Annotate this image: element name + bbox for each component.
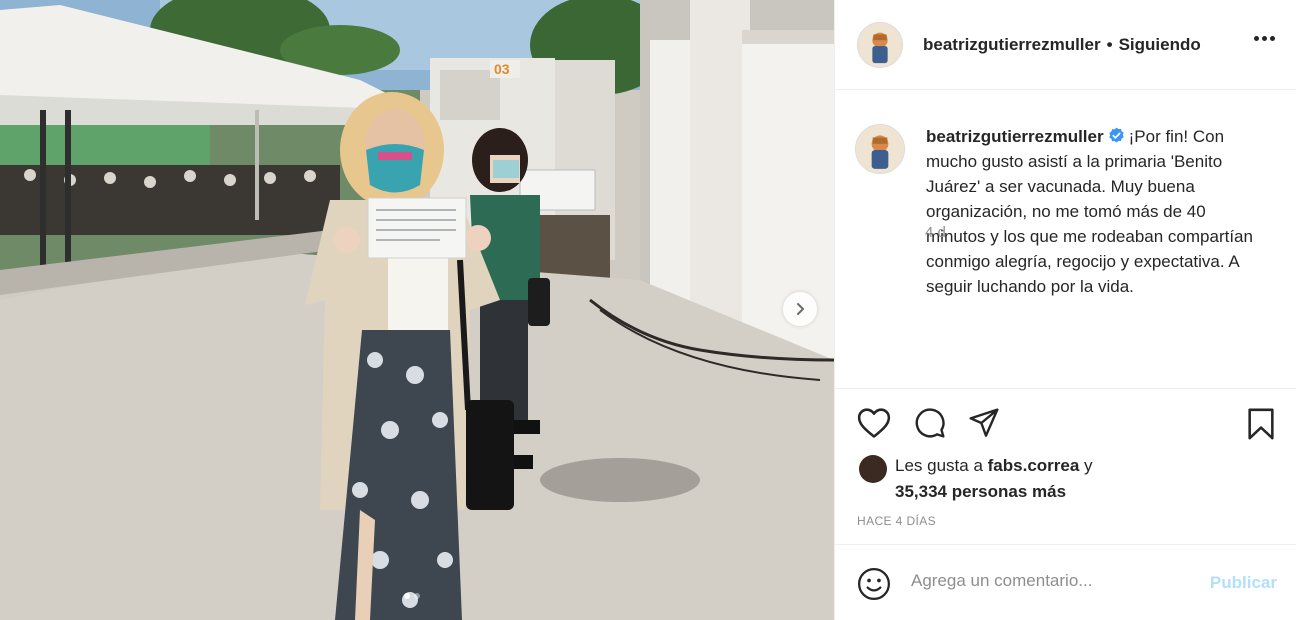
- comment-bar: Publicar: [835, 544, 1296, 620]
- header-separator: •: [1106, 34, 1113, 54]
- caption-avatar[interactable]: [855, 124, 905, 174]
- verified-badge-icon: [1108, 127, 1124, 143]
- first-liker-link[interactable]: fabs.correa: [988, 456, 1080, 475]
- liker-avatar[interactable]: [859, 455, 887, 483]
- carousel-indicator: [404, 593, 420, 599]
- paper-plane-icon: [969, 408, 999, 437]
- heart-icon: [857, 408, 891, 438]
- next-slide-button[interactable]: [783, 292, 817, 326]
- save-button[interactable]: [1245, 407, 1277, 446]
- caption-username[interactable]: beatrizgutierrezmuller: [926, 127, 1104, 146]
- caption-time-ago[interactable]: 4 d: [925, 224, 946, 241]
- vehicle-number-label: 03: [494, 61, 510, 77]
- avatar-image: [856, 125, 904, 173]
- bookmark-icon: [1248, 408, 1274, 440]
- likes-prefix: Les gusta a: [895, 456, 983, 475]
- post-photo[interactable]: 03: [0, 0, 834, 620]
- following-button[interactable]: Siguiendo: [1119, 35, 1201, 55]
- carousel-dot-2: [414, 593, 420, 599]
- like-button[interactable]: [857, 407, 891, 444]
- caption-text: ¡Por fin! Con mucho gusto asistí a la pr…: [926, 127, 1253, 296]
- comment-input[interactable]: [911, 571, 1191, 591]
- chevron-right-icon: [797, 303, 804, 315]
- post-timestamp[interactable]: HACE 4 DÍAS: [857, 514, 936, 528]
- likes-summary: Les gusta a fabs.correa y 35,334 persona…: [859, 453, 1093, 505]
- post-header: beatrizgutierrezmuller • Siguiendo: [835, 0, 1296, 90]
- post-caption: beatrizgutierrezmuller ¡Por fin! Con much…: [855, 124, 1285, 299]
- more-options-icon[interactable]: [1254, 36, 1275, 41]
- publish-button[interactable]: Publicar: [1210, 573, 1277, 593]
- comment-button[interactable]: [913, 407, 947, 444]
- likes-count-link[interactable]: 35,334 personas más: [895, 482, 1066, 501]
- post-side-panel: beatrizgutierrezmuller • Siguiendo beatr…: [834, 0, 1296, 620]
- instagram-post: 03 beatrizgutierrezmuller • Siguiendo be…: [0, 0, 1296, 620]
- post-actions: Les gusta a fabs.correa y 35,334 persona…: [835, 388, 1296, 548]
- likes-text: Les gusta a fabs.correa y 35,334 persona…: [895, 453, 1093, 505]
- carousel-dot-1: [404, 593, 410, 599]
- comment-bubble-icon: [915, 408, 945, 438]
- author-username[interactable]: beatrizgutierrezmuller: [923, 35, 1101, 55]
- emoji-button[interactable]: [857, 567, 891, 606]
- share-button[interactable]: [967, 407, 1001, 444]
- caption-body: beatrizgutierrezmuller ¡Por fin! Con much…: [926, 124, 1266, 299]
- likes-connector: y: [1084, 456, 1093, 475]
- photo-scene: 03: [0, 0, 834, 620]
- avatar-image: [858, 22, 902, 67]
- author-avatar[interactable]: [857, 21, 903, 68]
- smiley-icon: [857, 567, 891, 601]
